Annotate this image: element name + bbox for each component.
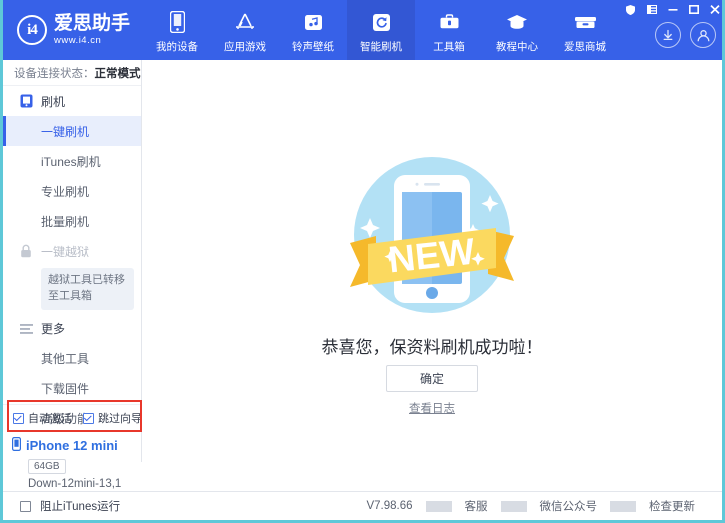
nav-tutorial-center[interactable]: 教程中心 [483, 0, 551, 60]
checkbox-block-itunes[interactable] [20, 501, 31, 512]
app-window: i4 爱思助手 www.i4.cn 我的设备 应用游戏 [0, 0, 725, 523]
sidebar-item-label: 其他工具 [41, 350, 89, 367]
nav-label: 教程中心 [496, 39, 538, 54]
graduation-icon [506, 10, 528, 34]
new-phone-badge-illustration: NEW [332, 140, 532, 335]
device-flash-icon [19, 94, 33, 109]
phone-icon [170, 10, 185, 34]
menu-icon[interactable] [642, 2, 661, 17]
sidebar-item-one-key-flash[interactable]: 一键刷机 [3, 116, 141, 146]
device-connection-value: 正常模式 [95, 65, 141, 81]
sidebar: 设备连接状态：正常模式 刷机 一键刷机 iTunes刷机 专业刷机 批量刷机 一… [3, 60, 142, 462]
nav-label: 智能刷机 [360, 39, 402, 54]
nav-i4-store[interactable]: 爱思商城 [551, 0, 619, 60]
nav-my-device[interactable]: 我的设备 [143, 0, 211, 60]
divider [501, 501, 527, 512]
nav-apps-games[interactable]: 应用游戏 [211, 0, 279, 60]
device-connection-label: 设备连接状态： [14, 65, 95, 81]
version-text: V7.98.66 [353, 500, 425, 512]
device-connection-status: 设备连接状态：正常模式 [3, 60, 141, 86]
divider [426, 501, 452, 512]
nav-toolbox[interactable]: 工具箱 [415, 0, 483, 60]
minimize-icon[interactable] [663, 2, 682, 17]
refresh-icon [372, 10, 391, 34]
option-label: 自动激活 [28, 410, 72, 426]
sidebar-group-label: 一键越狱 [41, 243, 89, 260]
sidebar-item-label: 下载固件 [41, 380, 89, 397]
sidebar-group-flash: 刷机 [3, 86, 141, 116]
success-headline: 恭喜您，保资料刷机成功啦！ [142, 333, 722, 358]
toolbox-icon [439, 10, 460, 34]
user-circle-icon[interactable] [690, 22, 716, 48]
brand-title: 爱思助手 [54, 14, 130, 33]
music-icon [304, 10, 323, 34]
option-auto-activate[interactable]: 自动激活 [13, 410, 72, 426]
brand-mark-icon: i4 [17, 15, 47, 45]
option-skip-wizard[interactable]: 跳过向导 [83, 410, 142, 426]
maximize-icon[interactable] [684, 2, 703, 17]
connected-device[interactable]: iPhone 12 mini 64GB Down-12mini-13,1 [3, 432, 142, 490]
device-model-text: Down-12mini-13,1 [28, 478, 142, 490]
jailbreak-moved-tooltip: 越狱工具已转移至工具箱 [41, 268, 134, 310]
sidebar-group-jailbreak: 一键越狱 [3, 236, 141, 266]
sidebar-group-more: 更多 [3, 314, 141, 344]
divider [610, 501, 636, 512]
lock-icon [19, 244, 33, 259]
sidebar-item-download-firmware[interactable]: 下载固件 [3, 374, 141, 404]
nav-smart-flash[interactable]: 智能刷机 [347, 0, 415, 60]
sidebar-item-batch-flash[interactable]: 批量刷机 [3, 206, 141, 236]
confirm-button[interactable]: 确定 [386, 365, 478, 392]
app-logo: i4 爱思助手 www.i4.cn [3, 0, 143, 60]
download-circle-icon[interactable] [655, 22, 681, 48]
sidebar-group-label: 刷机 [41, 93, 65, 110]
sidebar-options-row: 自动激活 跳过向导 [3, 404, 142, 431]
status-bar: 阻止iTunes运行 V7.98.66 客服 微信公众号 检查更新 [3, 491, 722, 520]
nav-label: 爱思商城 [564, 39, 606, 54]
device-capacity-badge: 64GB [28, 459, 66, 474]
sidebar-item-label: 一键刷机 [41, 123, 89, 140]
appstore-icon [234, 10, 256, 34]
list-icon [19, 321, 33, 336]
check-update-link[interactable]: 检查更新 [636, 498, 708, 514]
brand-text: 爱思助手 www.i4.cn [54, 14, 130, 46]
nav-label: 我的设备 [156, 39, 198, 54]
nav-label: 工具箱 [433, 39, 465, 54]
sidebar-item-itunes-flash[interactable]: iTunes刷机 [3, 146, 141, 176]
nav-ringtones-wallpapers[interactable]: 铃声壁纸 [279, 0, 347, 60]
top-navigation-bar: i4 爱思助手 www.i4.cn 我的设备 应用游戏 [3, 0, 725, 60]
top-right-actions [655, 22, 716, 48]
wechat-official-link[interactable]: 微信公众号 [527, 498, 611, 514]
option-label: 跳过向导 [98, 410, 142, 426]
device-name-row: iPhone 12 mini [12, 437, 142, 454]
sidebar-item-label: 批量刷机 [41, 213, 89, 230]
pin-icon[interactable] [621, 2, 640, 17]
sidebar-item-label: 专业刷机 [41, 183, 89, 200]
status-bar-links: V7.98.66 客服 微信公众号 检查更新 [353, 498, 722, 514]
main-content: NEW 恭喜您，保资料刷机成功啦！ 确定 查看日志 [142, 60, 722, 462]
checkbox-skip-wizard[interactable] [83, 413, 94, 424]
view-log-link[interactable]: 查看日志 [409, 400, 455, 416]
checkbox-auto-activate[interactable] [13, 413, 24, 424]
device-name-text: iPhone 12 mini [26, 438, 118, 453]
brand-url: www.i4.cn [54, 36, 130, 46]
sidebar-item-pro-flash[interactable]: 专业刷机 [3, 176, 141, 206]
close-icon[interactable] [705, 2, 724, 17]
window-controls [621, 2, 724, 17]
store-icon [574, 10, 597, 34]
nav-label: 应用游戏 [224, 39, 266, 54]
option-label: 阻止iTunes运行 [40, 498, 120, 514]
nav-items: 我的设备 应用游戏 铃声壁纸 智能刷机 [143, 0, 619, 60]
option-block-itunes[interactable]: 阻止iTunes运行 [3, 498, 120, 514]
nav-label: 铃声壁纸 [292, 39, 334, 54]
sidebar-item-other-tools[interactable]: 其他工具 [3, 344, 141, 374]
phone-small-icon [12, 437, 21, 454]
customer-service-link[interactable]: 客服 [452, 498, 501, 514]
sidebar-group-label: 更多 [41, 320, 65, 337]
sidebar-item-label: iTunes刷机 [41, 153, 101, 170]
